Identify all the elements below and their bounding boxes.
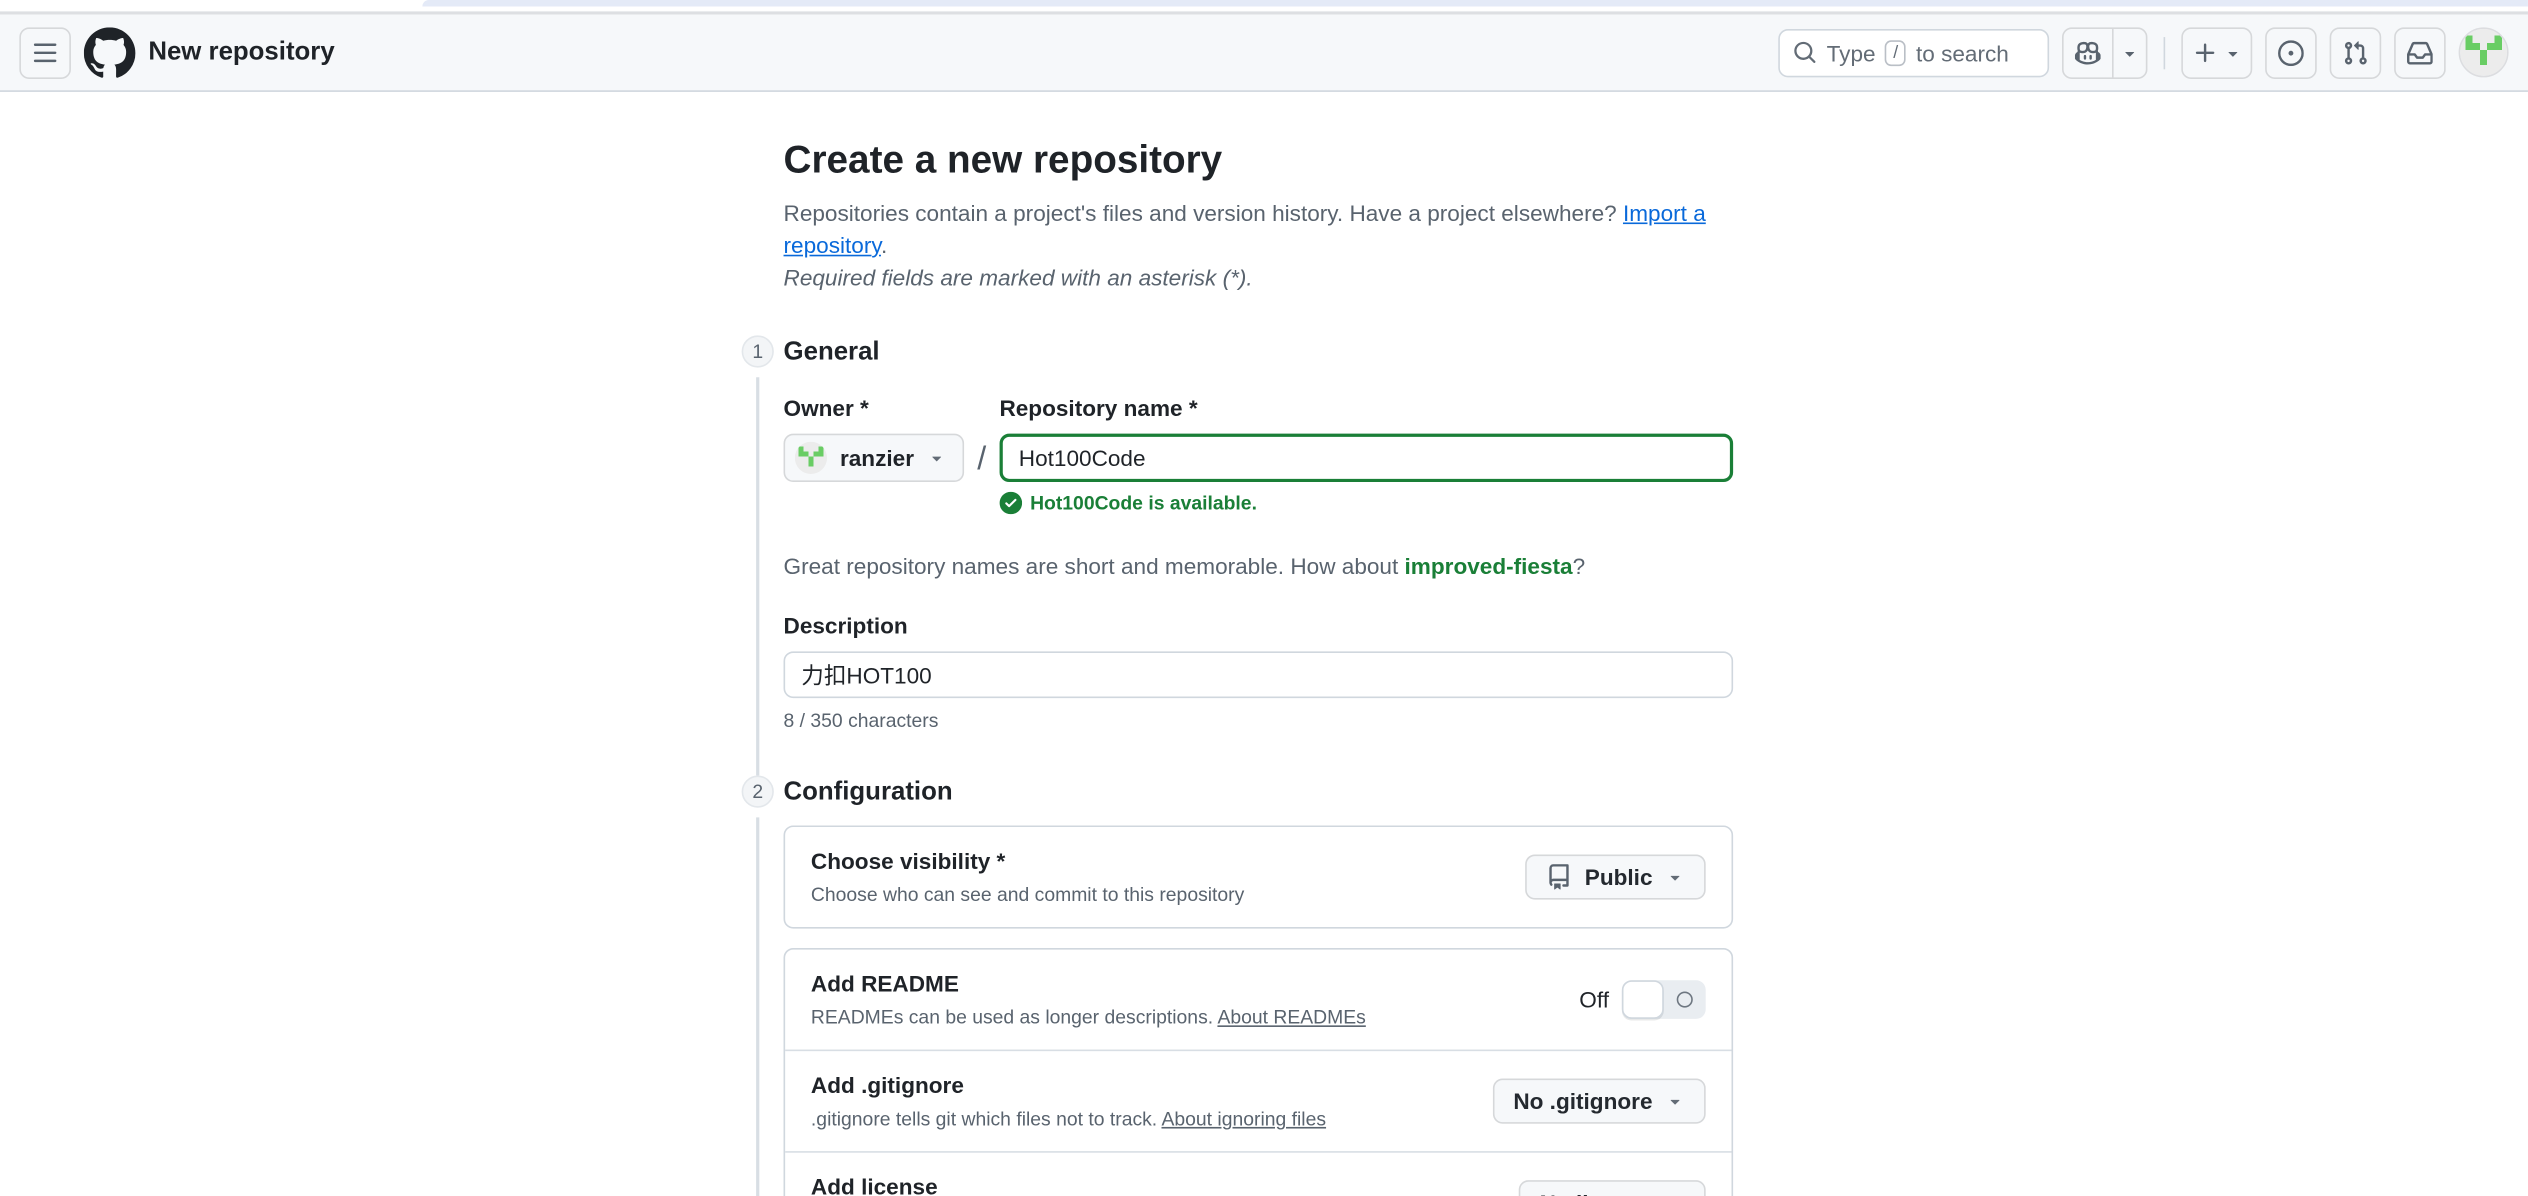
step-rail-2: 2 [732, 775, 784, 1196]
repository-name-input[interactable] [999, 434, 1733, 482]
description-char-counter: 8 / 350 characters [784, 708, 1734, 734]
copilot-icon-segment[interactable] [2064, 28, 2112, 76]
intro-period: . [881, 232, 887, 258]
github-mark-icon [84, 27, 136, 79]
identicon-avatar [2460, 29, 2507, 76]
owner-name: ranzier [840, 445, 914, 471]
description-input[interactable] [784, 651, 1734, 698]
toggle-ring-icon [1677, 992, 1693, 1008]
user-avatar[interactable] [2459, 27, 2509, 77]
copilot-button[interactable] [2062, 27, 2147, 79]
owner-repo-separator: / [964, 435, 999, 483]
name-suggestion: Great repository names are short and mem… [784, 550, 1734, 582]
header-actions: Type / to search [1778, 27, 2508, 79]
license-dropdown[interactable]: No license [1519, 1180, 1706, 1196]
pull-requests-button[interactable] [2330, 27, 2382, 79]
issues-button[interactable] [2265, 27, 2317, 79]
intro-text: Repositories contain a project's files a… [784, 197, 1734, 261]
section-configuration: 2 Configuration Choose visibility * Choo… [732, 775, 2528, 1196]
inbox-button[interactable] [2394, 27, 2446, 79]
suggestion-suffix: ? [1573, 553, 1586, 579]
search-input[interactable]: Type / to search [1778, 28, 2049, 76]
triangle-down-icon [2120, 43, 2139, 62]
visibility-dropdown[interactable]: Public [1525, 854, 1706, 899]
suggested-name-link[interactable]: improved-fiesta [1405, 553, 1573, 579]
step-number-2: 2 [742, 775, 774, 807]
hamburger-menu-button[interactable] [19, 27, 71, 79]
step-line-2 [756, 817, 759, 1196]
gitignore-description-text: .gitignore tells git which files not to … [811, 1108, 1162, 1131]
configuration-section-title: Configuration [784, 777, 1734, 809]
triangle-down-icon [1665, 867, 1684, 886]
visibility-card: Choose visibility * Choose who can see a… [784, 825, 1734, 928]
section-general: 1 General Owner * ranzier / [732, 335, 2528, 775]
triangle-down-icon [1665, 1091, 1684, 1110]
readme-row: Add README READMEs can be used as longer… [785, 950, 1731, 1050]
header-divider [2164, 36, 2166, 68]
issue-opened-icon [2278, 39, 2304, 65]
visibility-value: Public [1585, 864, 1653, 890]
plus-icon [2192, 39, 2218, 65]
repo-book-icon [1546, 864, 1572, 890]
page-context-title: New repository [148, 38, 334, 67]
check-circle-icon [999, 492, 1022, 515]
license-label: Add license [811, 1170, 1519, 1196]
gitignore-dropdown[interactable]: No .gitignore [1492, 1079, 1705, 1124]
copilot-dropdown-caret[interactable] [2112, 28, 2146, 76]
suggestion-prefix: Great repository names are short and mem… [784, 553, 1405, 579]
page-title: Create a new repository [784, 137, 1734, 185]
readme-description-text: READMEs can be used as longer descriptio… [811, 1006, 1218, 1029]
github-new-repository-page: New repository Type / to search [0, 0, 2528, 1196]
readme-toggle-state: Off [1579, 987, 1609, 1013]
general-section-title: General [784, 337, 1734, 369]
owner-repo-row: Owner * ranzier / Repository name * [784, 392, 1734, 515]
visibility-description: Choose who can see and commit to this re… [811, 880, 1525, 909]
readme-label: Add README [811, 967, 1579, 999]
availability-text: Hot100Code is available. [1030, 492, 1257, 515]
owner-select[interactable]: ranzier [784, 434, 964, 482]
identicon-avatar [795, 442, 827, 474]
visibility-label: Choose visibility * [811, 845, 1525, 877]
gitignore-value: No .gitignore [1513, 1088, 1652, 1114]
owner-label: Owner * [784, 392, 964, 424]
license-value: No license [1540, 1190, 1653, 1196]
readme-description: READMEs can be used as longer descriptio… [811, 1003, 1579, 1032]
required-fields-note: Required fields are marked with an aster… [784, 261, 1734, 293]
visibility-row: Choose visibility * Choose who can see a… [785, 827, 1731, 927]
gitignore-label: Add .gitignore [811, 1069, 1492, 1101]
browser-chrome-strip [0, 0, 2528, 11]
owner-avatar [795, 442, 827, 474]
browser-tab-remnant [422, 0, 2528, 6]
step-rail-1: 1 [732, 335, 784, 775]
page-head: Create a new repository Repositories con… [784, 137, 1734, 293]
license-row: Add license Licenses explain how others … [785, 1151, 1731, 1196]
name-availability-message: Hot100Code is available. [999, 492, 1733, 515]
search-icon [1793, 40, 1817, 64]
three-bars-icon [32, 39, 58, 65]
github-logo[interactable] [84, 27, 136, 79]
search-placeholder-suffix: to search [1916, 39, 2009, 65]
description-label: Description [784, 609, 1734, 641]
search-placeholder-prefix: Type [1827, 39, 1876, 65]
triangle-down-icon [2222, 43, 2241, 62]
global-header: New repository Type / to search [0, 11, 2528, 92]
step-line-1 [756, 377, 759, 775]
gitignore-row: Add .gitignore .gitignore tells git whic… [785, 1050, 1731, 1152]
intro-body: Repositories contain a project's files a… [784, 200, 1617, 226]
triangle-down-icon [927, 448, 946, 467]
copilot-icon [2075, 39, 2101, 65]
create-new-button[interactable] [2181, 27, 2252, 79]
repository-name-label: Repository name * [999, 392, 1733, 424]
about-ignoring-files-link[interactable]: About ignoring files [1161, 1108, 1326, 1131]
inbox-icon [2407, 39, 2433, 65]
gitignore-description: .gitignore tells git which files not to … [811, 1104, 1492, 1133]
readme-toggle-switch[interactable] [1622, 980, 1706, 1019]
step-number-1: 1 [742, 335, 774, 367]
about-readmes-link[interactable]: About READMEs [1217, 1006, 1365, 1029]
init-options-card: Add README READMEs can be used as longer… [784, 948, 1734, 1196]
toggle-knob [1622, 980, 1664, 1019]
slash-keycap: / [1885, 39, 1906, 65]
git-pull-request-icon [2343, 39, 2369, 65]
